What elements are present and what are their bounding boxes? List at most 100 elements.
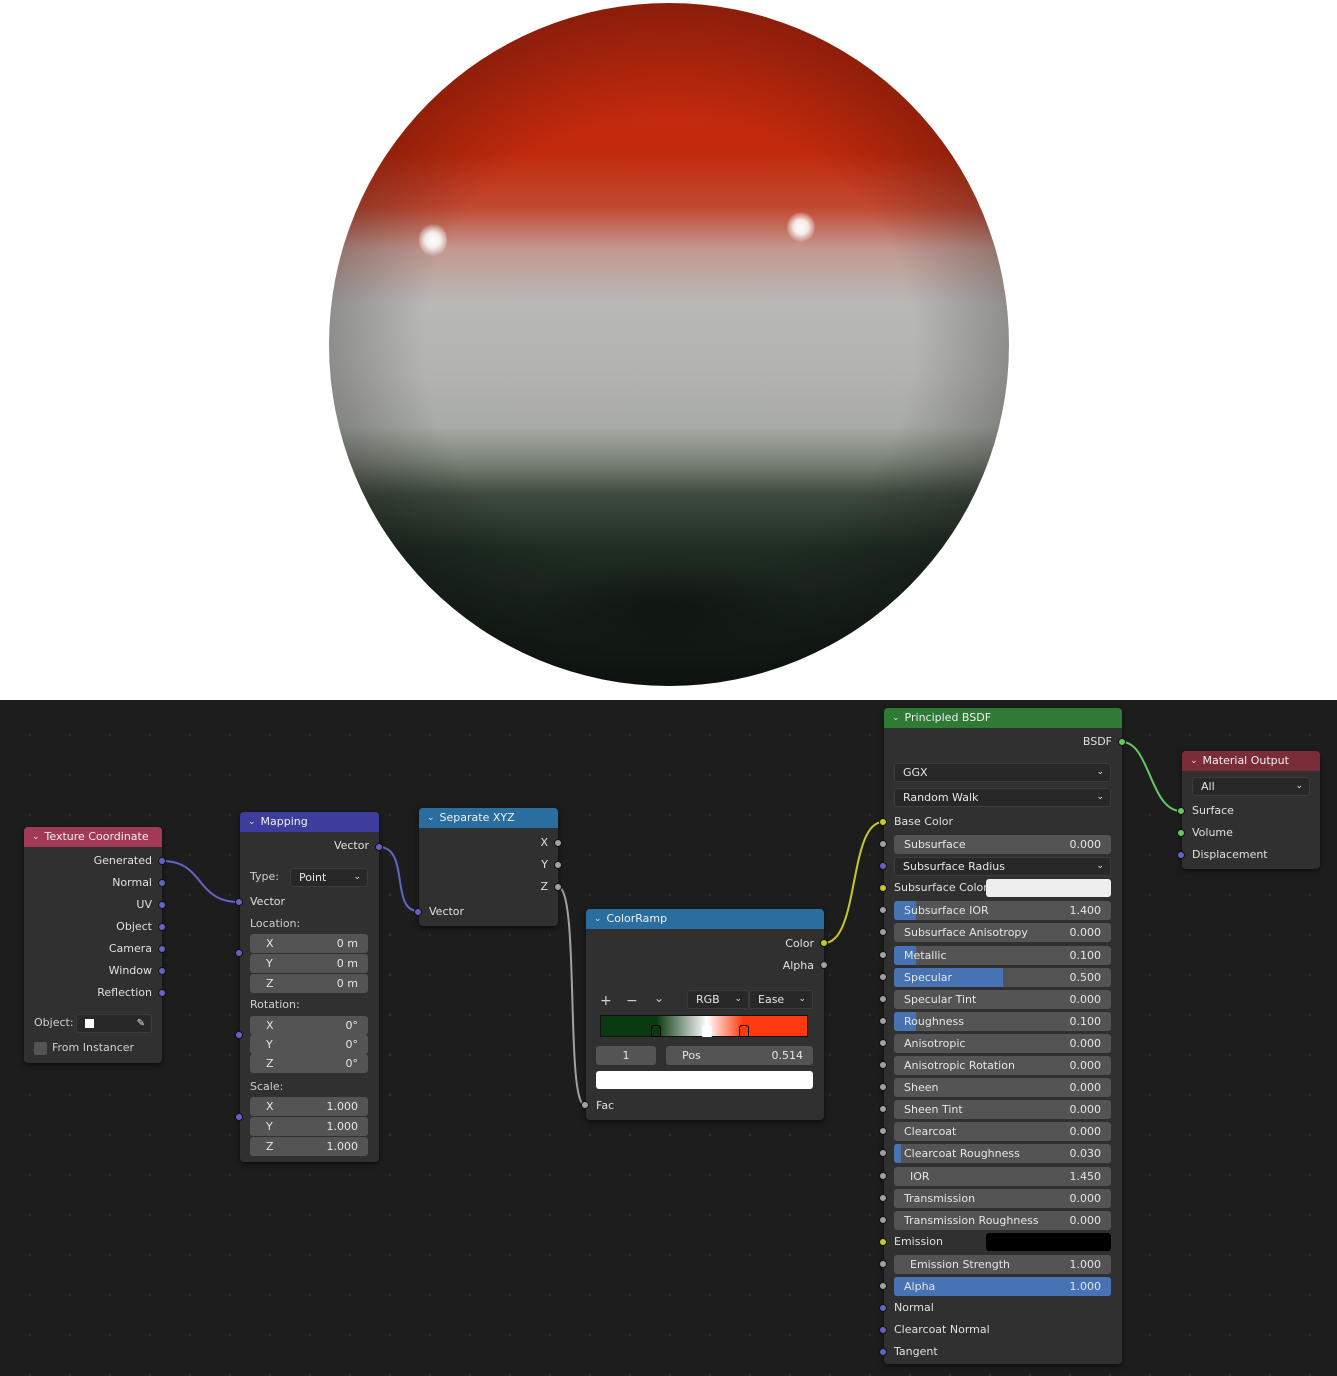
remove-stop-button[interactable]: − bbox=[626, 993, 638, 1009]
socket-normal[interactable] bbox=[879, 1304, 887, 1313]
type-dropdown[interactable]: Point ⌄ bbox=[290, 868, 368, 887]
socket-bsdf[interactable] bbox=[1118, 738, 1126, 746]
socket-sheen[interactable] bbox=[879, 1083, 887, 1092]
socket-vector-in[interactable] bbox=[414, 908, 422, 916]
collapse-chevron-icon[interactable]: ⌄ bbox=[248, 812, 256, 832]
socket-scale[interactable] bbox=[235, 1113, 243, 1121]
socket-alpha[interactable] bbox=[820, 961, 828, 969]
socket-base-color[interactable] bbox=[879, 818, 887, 826]
socket-volume[interactable] bbox=[1177, 829, 1185, 837]
transmission-field[interactable]: Transmission 0.000 bbox=[894, 1188, 1111, 1208]
socket-object[interactable] bbox=[158, 923, 166, 931]
socket-y[interactable] bbox=[554, 861, 562, 869]
node-header[interactable]: ⌄ Separate XYZ bbox=[419, 808, 558, 828]
socket-subsurface-color[interactable] bbox=[879, 884, 887, 893]
node-header[interactable]: ⌄ Mapping bbox=[240, 812, 379, 832]
socket-subsurface-ior[interactable] bbox=[879, 906, 887, 915]
sheen-field[interactable]: Sheen 0.000 bbox=[894, 1078, 1111, 1098]
scale-y-field[interactable]: Y 1.000 bbox=[250, 1117, 368, 1136]
socket-alpha[interactable] bbox=[879, 1282, 887, 1290]
object-picker[interactable]: ✎ bbox=[76, 1014, 152, 1033]
emission-strength-field[interactable]: Emission Strength 1.000 bbox=[894, 1254, 1111, 1274]
transmission-roughness-field[interactable]: Transmission Roughness 0.000 bbox=[894, 1210, 1111, 1230]
socket-metallic[interactable] bbox=[879, 950, 887, 959]
node-header[interactable]: ⌄ Material Output bbox=[1182, 751, 1320, 771]
socket-color[interactable] bbox=[820, 939, 828, 947]
socket-subsurface[interactable] bbox=[879, 840, 887, 848]
socket-specular[interactable] bbox=[879, 972, 887, 981]
socket-transmission-roughness[interactable] bbox=[879, 1215, 887, 1224]
stop-color-swatch[interactable] bbox=[596, 1071, 813, 1089]
separate-xyz-node[interactable]: ⌄ Separate XYZ X Y Z Vector bbox=[414, 808, 562, 926]
socket-rotation[interactable] bbox=[235, 1031, 243, 1039]
stop-position-field[interactable]: Pos 0.514 bbox=[666, 1046, 813, 1065]
socket-normal[interactable] bbox=[158, 879, 166, 887]
ramp-stop-handle[interactable] bbox=[651, 1025, 662, 1037]
metallic-field[interactable]: Metallic 0.100 bbox=[894, 945, 1111, 965]
socket-clearcoat-normal[interactable] bbox=[879, 1326, 887, 1335]
node-header[interactable]: ⌄ ColorRamp bbox=[586, 909, 824, 929]
socket-clearcoat[interactable] bbox=[879, 1127, 887, 1136]
clearcoat-roughness-field[interactable]: Clearcoat Roughness 0.030 bbox=[894, 1144, 1111, 1164]
socket-vector-in[interactable] bbox=[235, 898, 243, 906]
collapse-chevron-icon[interactable]: ⌄ bbox=[594, 909, 602, 929]
collapse-chevron-icon[interactable]: ⌄ bbox=[32, 827, 40, 847]
eyedropper-icon[interactable]: ✎ bbox=[137, 1015, 145, 1032]
mapping-node[interactable]: ⌄ Mapping Vector Type: Point ⌄ Vector Lo… bbox=[235, 812, 383, 1162]
socket-tangent[interactable] bbox=[879, 1348, 887, 1357]
ramp-stop-handle[interactable] bbox=[738, 1025, 749, 1037]
socket-sheen-tint[interactable] bbox=[879, 1105, 887, 1114]
sheen-tint-field[interactable]: Sheen Tint 0.000 bbox=[894, 1100, 1111, 1120]
socket-emission[interactable] bbox=[879, 1237, 887, 1246]
alpha-field[interactable]: Alpha 1.000 bbox=[894, 1277, 1111, 1296]
interpolation-dropdown[interactable]: Ease ⌄ bbox=[749, 990, 813, 1009]
socket-anisotropic-rotation[interactable] bbox=[879, 1061, 887, 1069]
socket-generated[interactable] bbox=[158, 857, 166, 865]
node-header[interactable]: ⌄ Texture Coordinate bbox=[24, 827, 162, 847]
color-mode-dropdown[interactable]: RGB ⌄ bbox=[687, 990, 749, 1009]
subsurface-field[interactable]: Subsurface 0.000 bbox=[894, 835, 1111, 854]
socket-x[interactable] bbox=[554, 839, 562, 847]
location-z-field[interactable]: Z0 m bbox=[250, 974, 368, 993]
roughness-field[interactable]: Roughness 0.100 bbox=[894, 1011, 1111, 1031]
socket-roughness[interactable] bbox=[879, 1016, 887, 1025]
location-x-field[interactable]: X0 m bbox=[250, 934, 368, 953]
collapse-chevron-icon[interactable]: ⌄ bbox=[892, 708, 900, 728]
shader-node-editor[interactable]: ⌄ Texture Coordinate Generated Normal UV… bbox=[0, 700, 1337, 1376]
subsurface-ior-field[interactable]: Subsurface IOR 1.400 bbox=[894, 901, 1111, 921]
add-stop-button[interactable]: + bbox=[600, 993, 612, 1009]
ramp-stop-handle[interactable] bbox=[701, 1025, 712, 1037]
principled-bsdf-node[interactable]: ⌄ Principled BSDF BSDF GGX ⌄ Random Walk… bbox=[879, 708, 1126, 1364]
socket-reflection[interactable] bbox=[158, 989, 166, 997]
socket-vector-out[interactable] bbox=[375, 843, 383, 851]
socket-displacement[interactable] bbox=[1177, 851, 1185, 859]
specular-field[interactable]: Specular 0.500 bbox=[894, 967, 1111, 987]
colorramp-node[interactable]: ⌄ ColorRamp Color Alpha + − ⌄ RGB ⌄ Ease… bbox=[581, 909, 828, 1120]
active-stop-index[interactable]: 1 bbox=[596, 1046, 656, 1065]
material-output-node[interactable]: ⌄ Material Output All ⌄ Surface Volume D… bbox=[1177, 751, 1320, 869]
emission-swatch[interactable] bbox=[986, 1232, 1111, 1251]
subsurface-anisotropy-field[interactable]: Subsurface Anisotropy 0.000 bbox=[894, 923, 1111, 943]
socket-window[interactable] bbox=[158, 967, 166, 975]
from-instancer-checkbox[interactable] bbox=[34, 1042, 47, 1055]
socket-z[interactable] bbox=[554, 883, 562, 891]
target-dropdown[interactable]: All ⌄ bbox=[1192, 777, 1310, 796]
socket-ior[interactable] bbox=[879, 1171, 887, 1180]
collapse-chevron-icon[interactable]: ⌄ bbox=[1190, 751, 1198, 771]
socket-fac[interactable] bbox=[581, 1101, 589, 1109]
scale-x-field[interactable]: X 1.000 bbox=[250, 1097, 368, 1116]
subsurface-color-swatch[interactable] bbox=[986, 879, 1111, 898]
socket-emission-strength[interactable] bbox=[879, 1259, 887, 1268]
rotation-y-field[interactable]: Y 0° bbox=[250, 1035, 368, 1054]
socket-uv[interactable] bbox=[158, 901, 166, 909]
node-header[interactable]: ⌄ Principled BSDF bbox=[884, 708, 1122, 728]
socket-clearcoat-roughness[interactable] bbox=[879, 1149, 887, 1158]
socket-subsurface-anisotropy[interactable] bbox=[879, 928, 887, 937]
socket-subsurface-radius[interactable] bbox=[879, 862, 887, 871]
rotation-x-field[interactable]: X 0° bbox=[250, 1016, 368, 1035]
distribution-dropdown[interactable]: GGX ⌄ bbox=[894, 763, 1111, 782]
socket-camera[interactable] bbox=[158, 945, 166, 953]
socket-specular-tint[interactable] bbox=[879, 994, 887, 1003]
ior-field[interactable]: IOR 1.450 bbox=[894, 1166, 1111, 1186]
socket-anisotropic[interactable] bbox=[879, 1038, 887, 1047]
